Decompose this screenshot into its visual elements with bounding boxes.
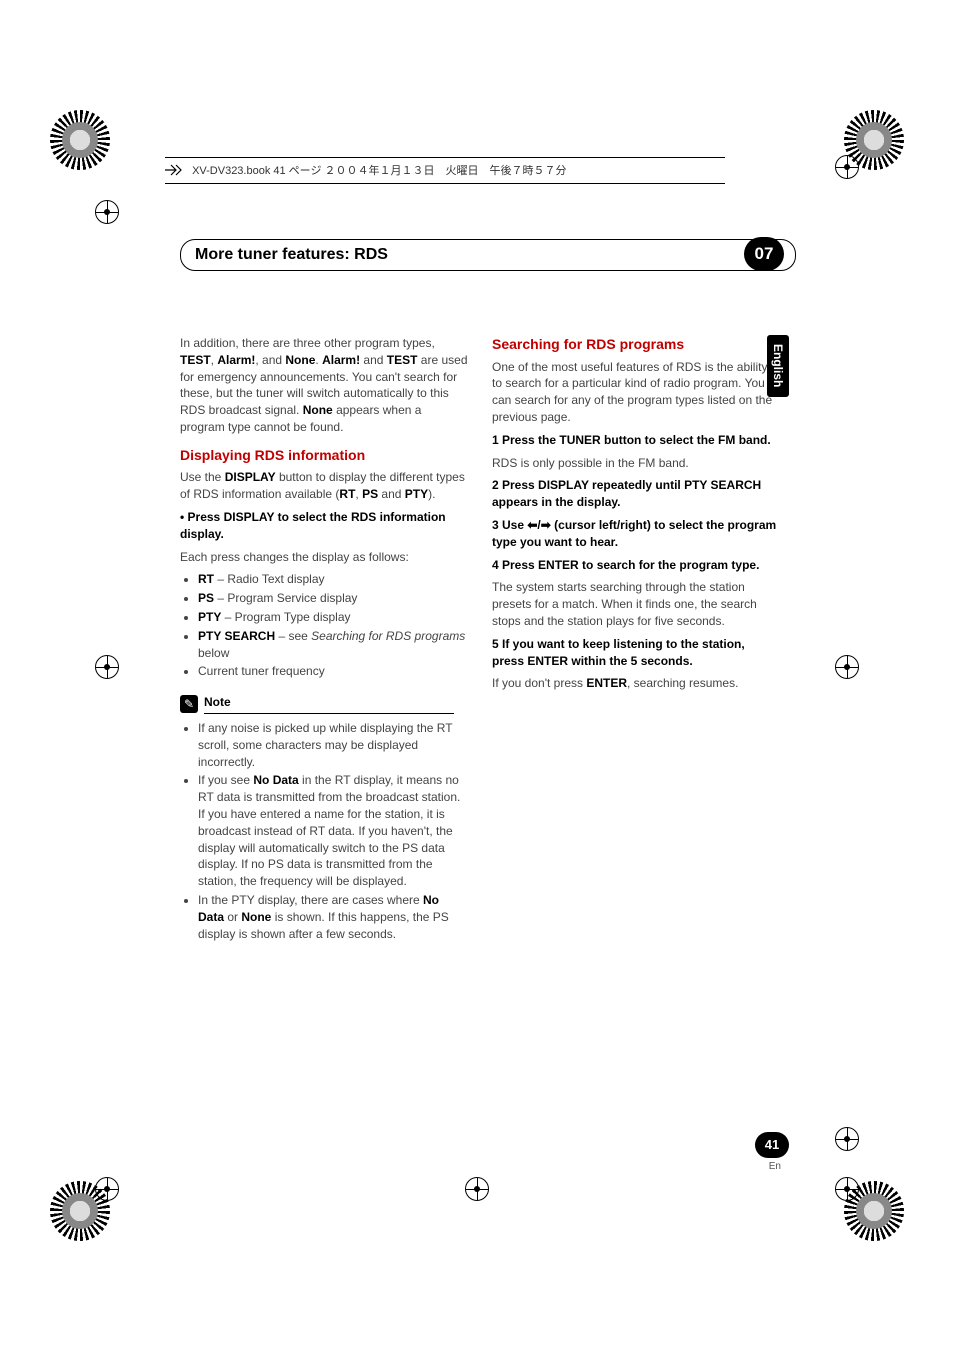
registration-mark-icon (835, 155, 859, 179)
kw-test: TEST (387, 353, 418, 367)
text: – Program Service display (214, 591, 357, 605)
kw-pty: PTY (198, 610, 221, 624)
registration-mark-icon (95, 655, 119, 679)
step-press-display: • Press DISPLAY to select the RDS inform… (180, 510, 446, 541)
text: – see (275, 629, 311, 643)
step-1-text: RDS is only possible in the FM band. (492, 455, 780, 472)
italic-ref: Searching for RDS programs (311, 629, 465, 643)
text: in the RT display, it means no RT data i… (198, 773, 460, 888)
kw-rt: RT (339, 487, 355, 501)
chapter-title: More tuner features: RDS (195, 246, 388, 264)
list-item: PTY SEARCH – see Searching for RDS progr… (198, 628, 468, 662)
text: If you see (198, 773, 253, 787)
kw-none: None (285, 353, 315, 367)
kw-alarm: Alarm! (217, 353, 255, 367)
note-icon: ✎ (180, 695, 198, 713)
search-intro: One of the most useful features of RDS i… (492, 359, 780, 426)
text: ). (428, 487, 435, 501)
kw-display: DISPLAY (225, 470, 276, 484)
text: In the PTY display, there are cases wher… (198, 893, 423, 907)
list-item: In the PTY display, there are cases wher… (198, 892, 468, 942)
notes-list: If any noise is picked up while displayi… (198, 720, 468, 942)
display-paragraph: Use the DISPLAY button to display the di… (180, 469, 468, 503)
arrow-icon (165, 164, 183, 179)
page-number: 41 (765, 1137, 779, 1152)
text: – Radio Text display (214, 572, 325, 586)
step-5: 5 If you want to keep listening to the s… (492, 637, 745, 668)
text: , and (255, 353, 285, 367)
chapter-number: 07 (755, 244, 774, 264)
kw-no-data: No Data (253, 773, 298, 787)
registration-mark-icon (835, 1177, 859, 1201)
text: 3 Use (492, 518, 527, 532)
registration-mark-icon (835, 1127, 859, 1151)
intro-paragraph: In addition, there are three other progr… (180, 335, 468, 436)
kw-pty-search: PTY SEARCH (198, 629, 275, 643)
list-item: RT – Radio Text display (198, 571, 468, 588)
registration-mark-icon (95, 200, 119, 224)
step-1: 1 Press the TUNER button to select the F… (492, 433, 771, 447)
text: below (198, 646, 229, 660)
each-press-text: Each press changes the display as follow… (180, 549, 468, 566)
kw-test: TEST (180, 353, 211, 367)
list-item: PS – Program Service display (198, 590, 468, 607)
step-2: 2 Press DISPLAY repeatedly until PTY SEA… (492, 478, 761, 509)
chapter-number-badge: 07 (744, 237, 784, 271)
chapter-header: More tuner features: RDS (180, 239, 796, 271)
kw-ps: PS (198, 591, 214, 605)
heading-displaying-rds: Displaying RDS information (180, 446, 468, 466)
page-number-badge: 41 (755, 1132, 789, 1158)
kw-rt: RT (198, 572, 214, 586)
text: In addition, there are three other progr… (180, 336, 435, 350)
step-4: 4 Press ENTER to search for the program … (492, 558, 759, 572)
text: Use the (180, 470, 225, 484)
right-column: Searching for RDS programs One of the mo… (492, 335, 780, 946)
list-item: PTY – Program Type display (198, 609, 468, 626)
text: – Program Type display (221, 610, 350, 624)
kw-none: None (303, 403, 333, 417)
left-column: In addition, there are three other progr… (180, 335, 468, 946)
arrow-left-right-icon: ⬅/➡ (527, 518, 550, 532)
list-item: Current tuner frequency (198, 663, 468, 680)
note-label: Note (204, 694, 454, 714)
step-5-text: If you don't press ENTER, searching resu… (492, 675, 780, 692)
list-item: If you see No Data in the RT display, it… (198, 772, 468, 890)
registration-mark-icon (465, 1177, 489, 1201)
kw-alarm: Alarm! (322, 353, 360, 367)
kw-ps: PS (362, 487, 378, 501)
file-info-text: XV-DV323.book 41 ページ ２００４年１月１３日 火曜日 午後７時… (192, 165, 566, 177)
registration-mark-icon (95, 1177, 119, 1201)
display-modes-list: RT – Radio Text display PS – Program Ser… (198, 571, 468, 680)
text: , searching resumes. (627, 676, 738, 690)
list-item: If any noise is picked up while displayi… (198, 720, 468, 770)
note-heading: ✎ Note (180, 694, 468, 714)
kw-enter: ENTER (586, 676, 627, 690)
page-language: En (769, 1161, 781, 1172)
text: or (224, 910, 241, 924)
step-3: 3 Use ⬅/➡ (cursor left/right) to select … (492, 518, 776, 549)
content-area: In addition, there are three other progr… (180, 335, 780, 946)
step-4-text: The system starts searching through the … (492, 579, 780, 629)
kw-pty: PTY (405, 487, 428, 501)
text: If you don't press (492, 676, 586, 690)
kw-none: None (241, 910, 271, 924)
heading-searching-rds: Searching for RDS programs (492, 335, 780, 355)
text: and (378, 487, 405, 501)
print-corner-tl (50, 110, 110, 170)
text: and (360, 353, 387, 367)
registration-mark-icon (835, 655, 859, 679)
file-info-line: XV-DV323.book 41 ページ ２００４年１月１３日 火曜日 午後７時… (165, 157, 725, 184)
